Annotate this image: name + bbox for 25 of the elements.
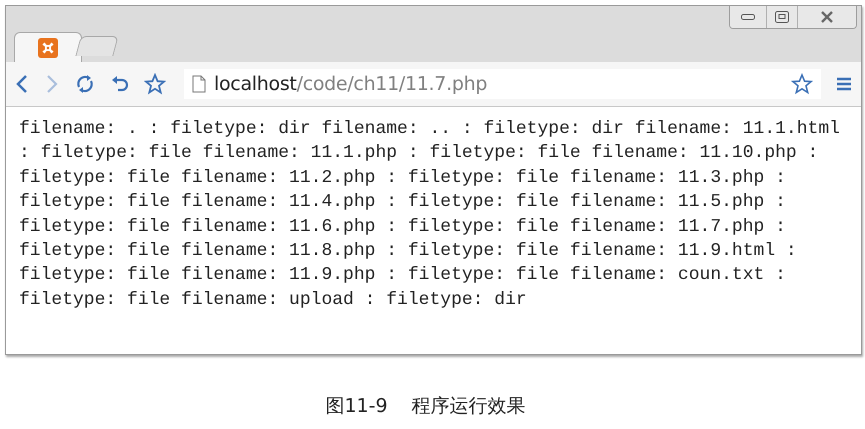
browser-tab[interactable]	[14, 32, 82, 62]
maximize-icon	[775, 11, 789, 23]
output-line: filename: . : filetype: dir filename: .. : filetype: dir filename: 11.1.html	[19, 118, 841, 141]
star-icon[interactable]	[791, 73, 813, 95]
output-line: filetype: file filename: 11.2.php : filetype: file filename: 11.3.php :	[19, 166, 787, 190]
app-icon	[38, 38, 58, 58]
page-icon	[192, 75, 206, 93]
close-button[interactable]	[797, 6, 856, 28]
bookmark-star-icon[interactable]	[144, 73, 166, 95]
output-line: filetype: file filename: 11.4.php : filetype: file filename: 11.5.php :	[19, 191, 787, 214]
figure-caption: 程序运行效果	[412, 394, 526, 419]
output-line: filetype: file filename: 11.8.php : filetype: file filename: 11.9.html :	[19, 240, 798, 264]
menu-button[interactable]	[835, 75, 853, 93]
output-line: filetype: file filename: upload : filetype: dir	[19, 288, 528, 312]
output-line: filetype: file filename: 11.6.php : filetype: file filename: 11.7.php :	[19, 216, 787, 239]
back-button[interactable]	[14, 73, 30, 95]
address-bar[interactable]: localhost/code/ch11/11.7.php	[184, 69, 821, 99]
output-line: filetype: file filename: 11.9.php : filetype: file filename: coun.txt :	[19, 264, 787, 288]
figure-number: 图11-9	[325, 394, 388, 419]
output-line: : filetype: file filename: 11.1.php : filetype: file filename: 11.10.php :	[19, 142, 820, 166]
minimize-button[interactable]	[730, 6, 766, 28]
url-text: localhost/code/ch11/11.7.php	[214, 73, 488, 95]
maximize-button[interactable]	[766, 6, 797, 28]
minimize-icon	[741, 14, 755, 20]
close-icon	[820, 11, 834, 23]
